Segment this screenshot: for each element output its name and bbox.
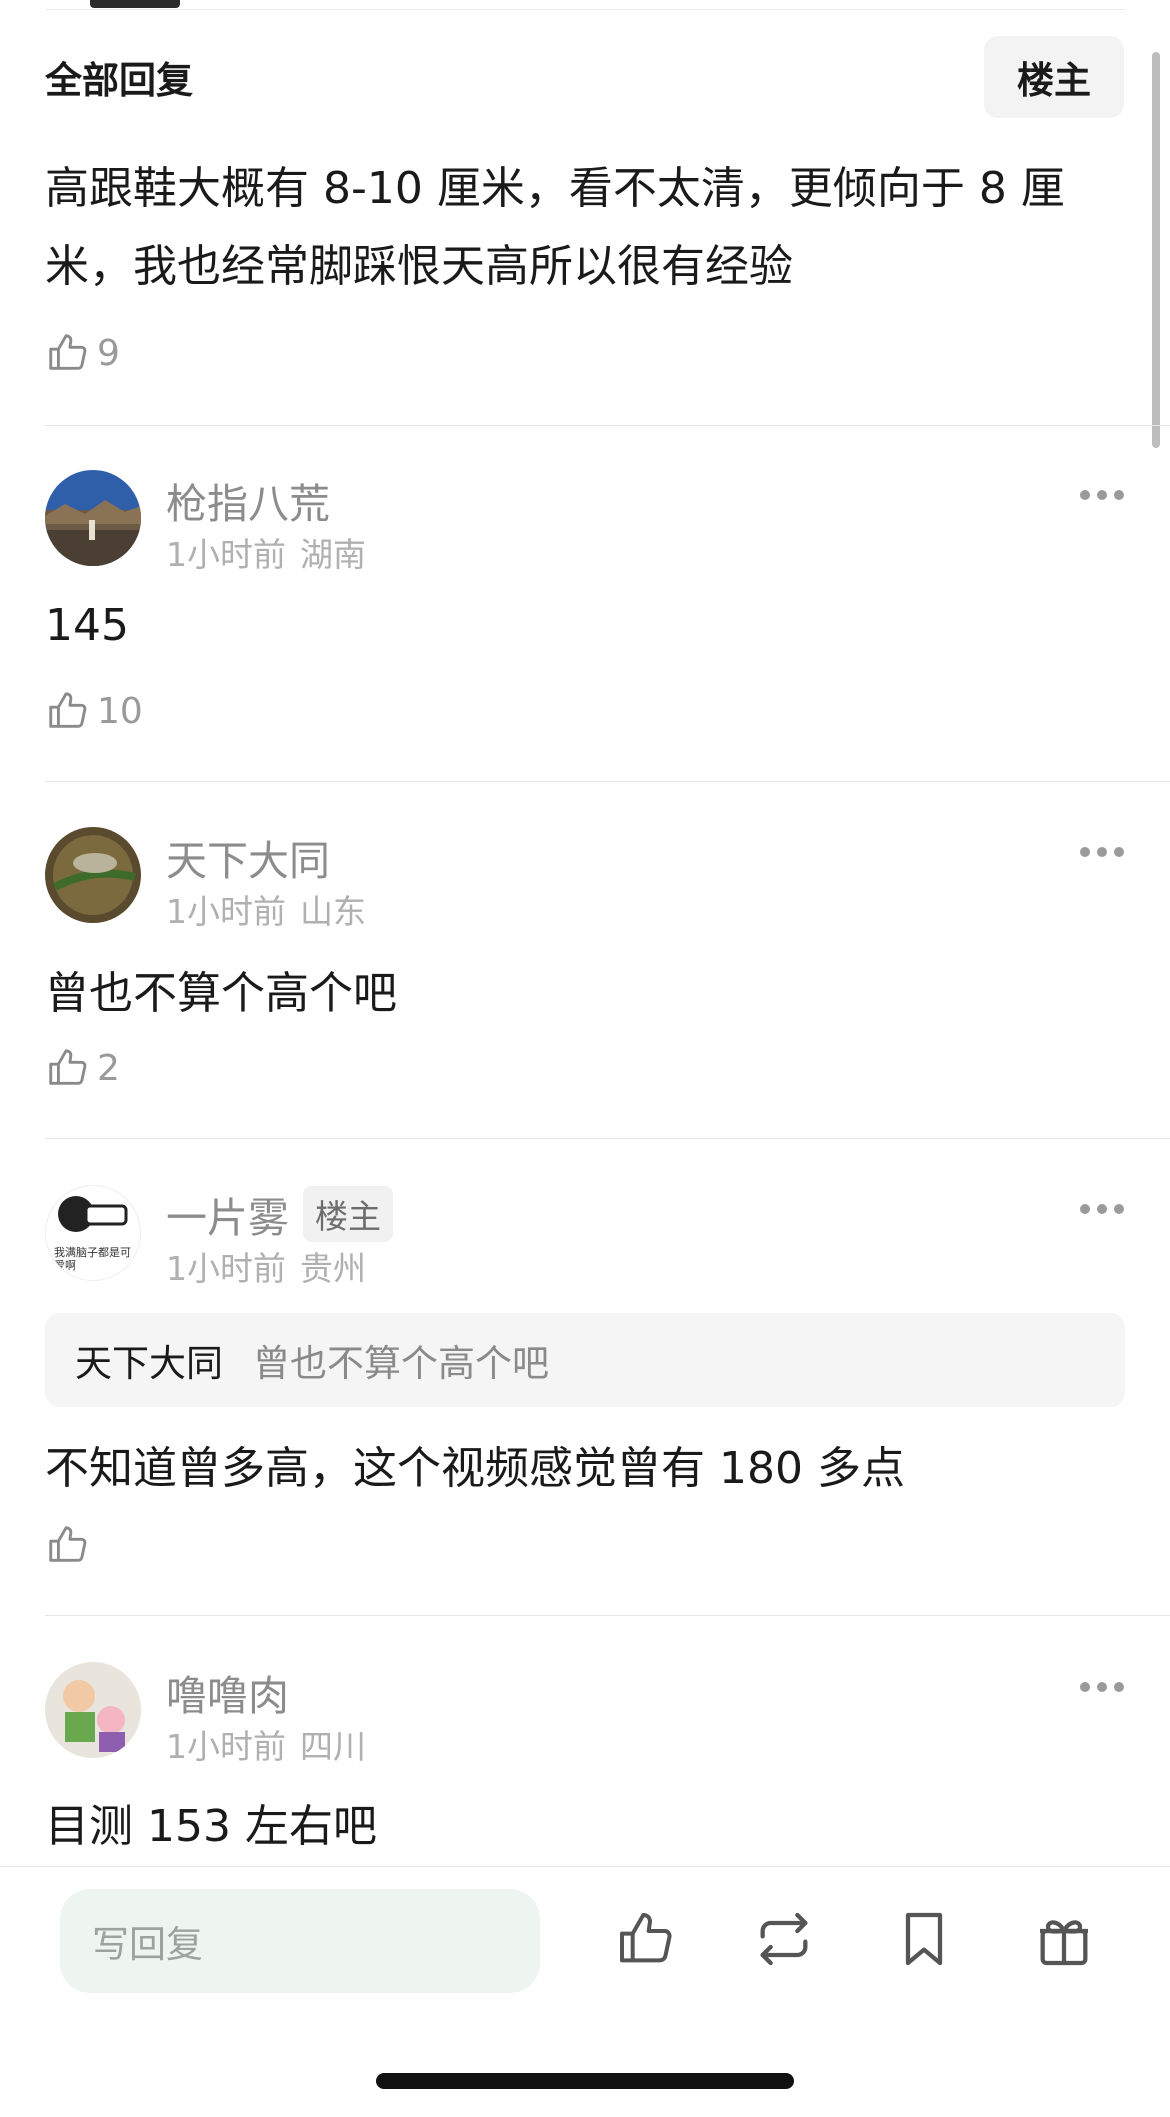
comment-text: 不知道曾多高，这个视频感觉曾有 180 多点 [45,1443,905,1494]
divider [45,781,1170,782]
comment-username-row: 一片雾 楼主 [166,1184,393,1244]
like-count: 10 [97,690,143,732]
like-icon[interactable] [614,1907,678,1971]
comment-meta: 1小时前 贵州 [166,1242,366,1290]
thumbs-up-icon [49,334,87,370]
bookmark-icon[interactable] [892,1907,956,1971]
comment-meta: 1小时前 四川 [166,1720,366,1768]
repost-icon[interactable] [752,1907,816,1971]
avatar[interactable] [45,1662,141,1758]
op-only-button[interactable]: 楼主 [984,36,1124,118]
avatar[interactable]: 我满脑子都是可 爱啊 [45,1185,141,1281]
thumbs-up-icon [49,1049,87,1085]
comment-username[interactable]: 枪指八荒 [166,470,330,530]
divider [45,1138,1170,1139]
like-button[interactable] [45,1522,97,1568]
comment-username[interactable]: 噜噜肉 [166,1662,289,1722]
more-icon[interactable] [1080,490,1124,502]
top-handle [90,0,180,8]
like-count: 9 [97,332,120,374]
page-title: 全部回复 [45,59,193,102]
comment-username[interactable]: 天下大同 [166,827,330,887]
avatar-caption: 我满脑子都是可 [54,1246,131,1259]
quoted-reply[interactable]: 天下大同 曾也不算个高个吧 [45,1313,1125,1407]
more-icon[interactable] [1080,1682,1124,1694]
top-divider [45,9,1125,10]
like-button[interactable]: 2 [45,1045,120,1091]
more-icon[interactable] [1080,847,1124,859]
quoted-text: 曾也不算个高个吧 [253,1342,549,1385]
like-button[interactable]: 9 [45,330,120,376]
op-badge: 楼主 [303,1186,393,1242]
comment-time: 1小时前 [166,892,286,931]
avatar-caption: 爱啊 [54,1259,76,1272]
comment-meta: 1小时前 湖南 [166,528,366,576]
like-count: 2 [97,1047,120,1089]
comment-location: 湖南 [300,535,366,574]
bottom-bar: 写回复 [0,1866,1170,2117]
comment-time: 1小时前 [166,1249,286,1288]
divider [45,425,1170,426]
avatar[interactable] [45,470,141,566]
gift-icon[interactable] [1032,1907,1096,1971]
thumbs-up-icon [49,1526,87,1562]
divider [45,1615,1170,1616]
more-icon[interactable] [1080,1204,1124,1216]
comment-location: 山东 [300,892,366,931]
comment-text: 目测 153 左右吧 [45,1801,377,1852]
scrollbar[interactable] [1152,52,1160,448]
comment-username[interactable]: 一片雾 [166,1184,289,1244]
reply-input[interactable]: 写回复 [60,1889,540,1993]
avatar[interactable] [45,827,141,923]
comment-time: 1小时前 [166,535,286,574]
comment-location: 贵州 [300,1249,366,1288]
thumbs-up-icon [49,692,87,728]
comment-time: 1小时前 [166,1727,286,1766]
quoted-username: 天下大同 [75,1342,223,1385]
op-reply-text: 高跟鞋大概有 8-10 厘米，看不太清，更倾向于 8 厘米，我也经常脚踩恨天高所… [45,163,1065,292]
comment-text: 曾也不算个高个吧 [45,968,397,1019]
comment-meta: 1小时前 山东 [166,885,366,933]
like-button[interactable]: 10 [45,688,143,734]
comment-text: 145 [45,600,129,651]
home-indicator [376,2073,794,2089]
comment-location: 四川 [300,1727,366,1766]
